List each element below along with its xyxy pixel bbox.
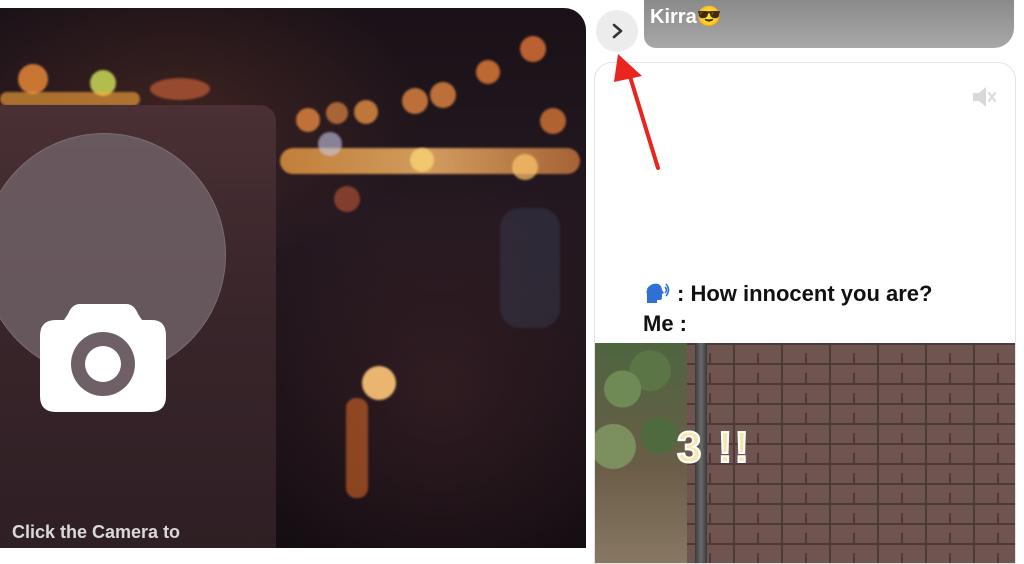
bokeh-light	[402, 88, 428, 114]
bokeh-light	[430, 82, 456, 108]
bokeh-light	[334, 186, 360, 212]
chevron-right-icon	[612, 23, 623, 39]
bokeh-light	[346, 398, 368, 498]
bokeh-light	[18, 64, 48, 94]
foliage	[595, 343, 687, 563]
bokeh-light	[520, 36, 546, 62]
post-photo: 3 !!	[595, 343, 1015, 563]
post-caption: : How innocent you are? Me :	[643, 279, 932, 339]
annotation-arrow-icon	[614, 54, 660, 170]
bokeh-light	[326, 102, 348, 124]
caption-line-2: Me :	[643, 311, 687, 336]
bokeh-light	[0, 92, 140, 106]
bokeh-light	[150, 78, 210, 100]
bokeh-light	[476, 60, 500, 84]
sender-name: Kirra😎	[650, 6, 722, 28]
camera-background-panel: Click the Camera to	[0, 8, 586, 548]
speaking-head-icon	[646, 283, 670, 303]
bokeh-light	[500, 208, 560, 328]
photo-overlay-text: 3 !!	[676, 422, 751, 473]
bokeh-light	[410, 148, 434, 172]
bokeh-light	[354, 100, 378, 124]
camera-icon[interactable]	[38, 296, 168, 414]
expand-button[interactable]	[596, 10, 638, 52]
caption-line-1: : How innocent you are?	[677, 281, 933, 306]
speaker-muted-icon[interactable]	[971, 85, 997, 109]
bokeh-light	[512, 154, 538, 180]
bokeh-light	[362, 366, 396, 400]
sender-header: Kirra😎	[644, 0, 1014, 48]
bokeh-light	[540, 108, 566, 134]
bokeh-light	[296, 108, 320, 132]
bokeh-light	[318, 132, 342, 156]
